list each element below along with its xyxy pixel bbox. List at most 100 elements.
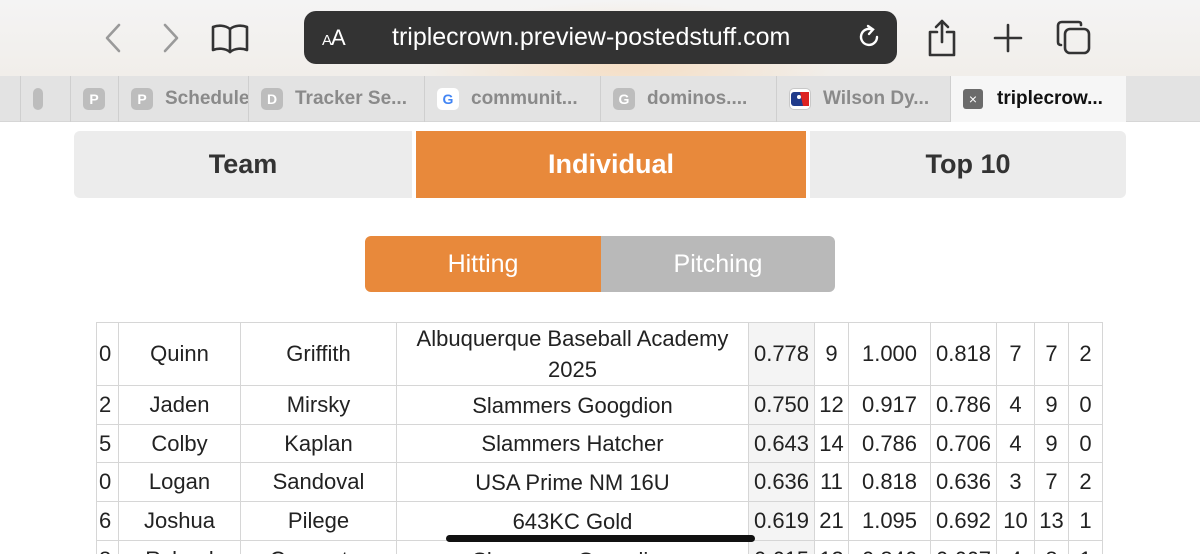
cell-first-name: Jaden [118, 385, 241, 425]
cell-stat: 0.750 [748, 385, 815, 425]
home-indicator [446, 535, 755, 542]
tab-favicon: G [613, 88, 635, 110]
cell-stat: 0.786 [930, 385, 997, 425]
tab-title: Tracker Se... [295, 88, 407, 109]
cell-stat: 3 [996, 462, 1035, 502]
tab-individual[interactable]: Individual [416, 131, 806, 198]
tab-wilson[interactable]: Wilson Dy... [776, 76, 950, 122]
table-row[interactable]: 0 Logan Sandoval USA Prime NM 16U 0.636 … [96, 462, 1103, 502]
reload-icon [859, 24, 879, 47]
cell-last-name: Carpenter [240, 540, 397, 554]
tab-favicon: P [131, 88, 153, 110]
cell-stat: 12 [814, 385, 849, 425]
cell-stat: 0 [1068, 385, 1103, 425]
cell-stat: 1 [1068, 540, 1103, 554]
bookmarks-button[interactable] [206, 14, 254, 62]
cell-stat: 4 [996, 540, 1035, 554]
mlb-logo-icon [789, 88, 811, 110]
cell-stat: 0.619 [748, 501, 815, 541]
tab-bar: P P Schedule D Tracker Se... G communit.… [0, 76, 1200, 122]
forward-icon [163, 23, 179, 53]
cell-number: 0 [96, 462, 119, 502]
tab-favicon: D [261, 88, 283, 110]
cell-stat: 0.667 [930, 540, 997, 554]
back-icon [105, 23, 121, 53]
cell-stat: 0.818 [848, 462, 931, 502]
cell-stat: 0.636 [930, 462, 997, 502]
browser-toolbar: AA triplecrown.preview-postedstuff.com [0, 0, 1200, 76]
cell-stat: 7 [1034, 462, 1069, 502]
tab-pitching[interactable]: Pitching [601, 236, 835, 292]
tab-title: triplecrow... [997, 88, 1103, 109]
tab-schedule[interactable]: P Schedule [118, 76, 250, 122]
tab-favicon [33, 88, 43, 110]
cell-stat: 4 [996, 385, 1035, 425]
google-icon: G [437, 88, 459, 110]
cell-stat: 8 [1034, 540, 1069, 554]
cell-stat: 0 [1068, 424, 1103, 463]
tab-triplecrown[interactable]: × triplecrow... [950, 76, 1126, 122]
table-row[interactable]: 0 Quinn Griffith Albuquerque Baseball Ac… [96, 322, 1103, 386]
cell-first-name: Logan [118, 462, 241, 502]
tabs-icon [1056, 20, 1091, 55]
tab-title: Wilson Dy... [823, 88, 930, 109]
cell-stat: 2 [1068, 462, 1103, 502]
book-icon [211, 24, 249, 54]
forward-button[interactable] [146, 14, 194, 62]
share-button[interactable] [918, 14, 966, 62]
tab-0[interactable] [20, 76, 72, 122]
cell-stat: 21 [814, 501, 849, 541]
tab-title: communit... [471, 88, 578, 109]
cell-stat: 9 [1034, 424, 1069, 463]
tab-team[interactable]: Team [74, 131, 412, 198]
tab-close-icon[interactable]: × [963, 89, 983, 109]
tab-overview-button[interactable] [1050, 14, 1098, 62]
cell-stat: 9 [1034, 385, 1069, 425]
tab-hitting[interactable]: Hitting [365, 236, 601, 292]
cell-number: 0 [96, 322, 119, 386]
cell-stat: 0.706 [930, 424, 997, 463]
cell-stat: 7 [996, 322, 1035, 386]
address-bar[interactable]: AA triplecrown.preview-postedstuff.com [304, 11, 897, 64]
cell-stat: 0.636 [748, 462, 815, 502]
tab-dominos[interactable]: G dominos.... [600, 76, 776, 122]
cell-stat: 11 [814, 462, 849, 502]
table-row[interactable]: 8 Ryland Carpenter Slammers Googdion 0.6… [96, 540, 1103, 554]
cell-team: Slammers Googdion [396, 385, 749, 425]
cell-stat: 13 [1034, 501, 1069, 541]
tab-title: Schedule [165, 88, 250, 109]
tab-top-10[interactable]: Top 10 [810, 131, 1126, 198]
cell-first-name: Quinn [118, 322, 241, 386]
reader-text-size-button[interactable]: AA [322, 25, 346, 51]
cell-number: 2 [96, 385, 119, 425]
table-row[interactable]: 5 Colby Kaplan Slammers Hatcher 0.643 14… [96, 424, 1103, 463]
cell-stat: 10 [996, 501, 1035, 541]
cell-number: 8 [96, 540, 119, 554]
cell-stat: 0.917 [848, 385, 931, 425]
tab-tracker[interactable]: D Tracker Se... [248, 76, 424, 122]
tab-community[interactable]: G communit... [424, 76, 600, 122]
hitting-stats-table: 0 Quinn Griffith Albuquerque Baseball Ac… [96, 322, 1103, 554]
cell-first-name: Ryland [118, 540, 241, 554]
reload-button[interactable] [855, 23, 883, 51]
plus-icon [993, 23, 1023, 53]
cell-stat: 2 [1068, 322, 1103, 386]
cell-team: Slammers Hatcher [396, 424, 749, 463]
cell-stat: 0.643 [748, 424, 815, 463]
stats-table-container[interactable]: 0 Quinn Griffith Albuquerque Baseball Ac… [96, 322, 1104, 554]
cell-stat: 1.000 [848, 322, 931, 386]
cell-last-name: Mirsky [240, 385, 397, 425]
cell-stat: 0.778 [748, 322, 815, 386]
cell-team: USA Prime NM 16U [396, 462, 749, 502]
cell-stat: 9 [814, 322, 849, 386]
new-tab-button[interactable] [984, 14, 1032, 62]
cell-team: Slammers Googdion [396, 540, 749, 554]
table-row[interactable]: 2 Jaden Mirsky Slammers Googdion 0.750 1… [96, 385, 1103, 425]
back-button[interactable] [90, 14, 138, 62]
cell-number: 6 [96, 501, 119, 541]
cell-stat: 0.692 [930, 501, 997, 541]
cell-stat: 14 [814, 424, 849, 463]
cell-stat: 1 [1068, 501, 1103, 541]
cell-stat: 1.095 [848, 501, 931, 541]
cell-last-name: Griffith [240, 322, 397, 386]
